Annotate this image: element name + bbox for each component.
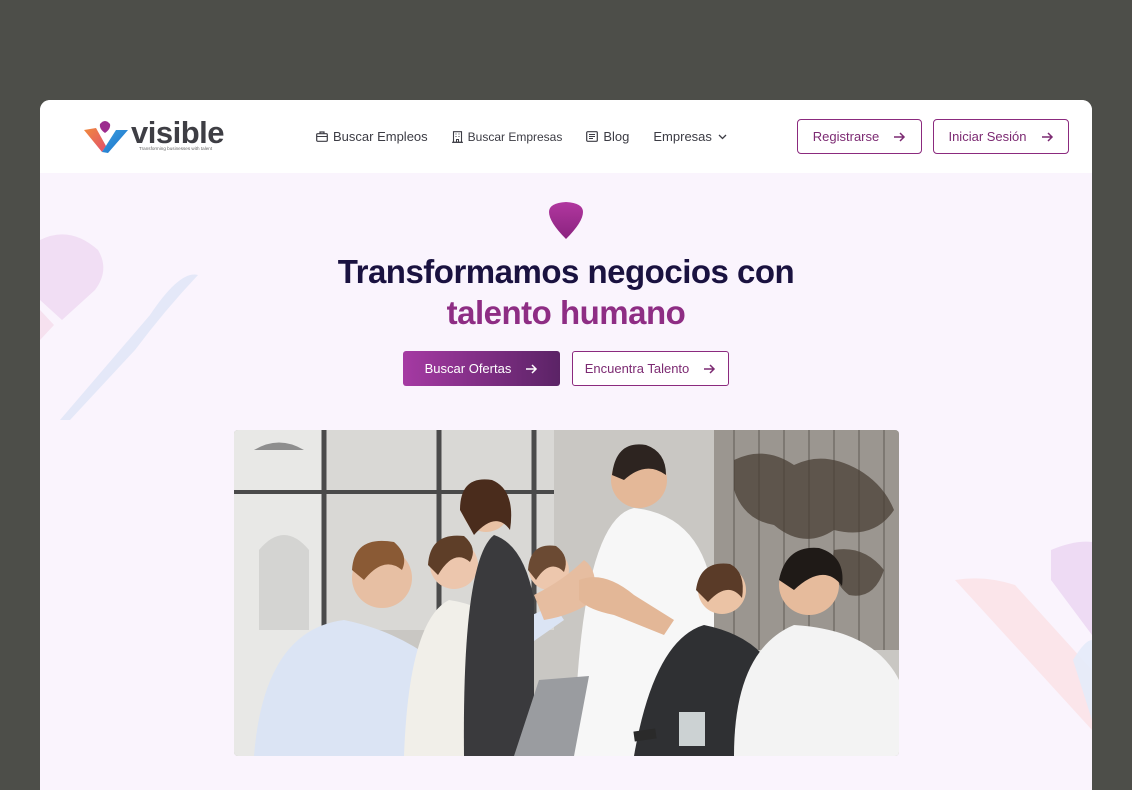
find-talent-label: Encuentra Talento bbox=[584, 361, 690, 376]
building-icon bbox=[451, 130, 463, 143]
decorative-shape-right bbox=[955, 541, 1092, 730]
hero-team-photo bbox=[234, 430, 899, 756]
nav-item-buscar-empleos[interactable]: Buscar Empleos bbox=[316, 129, 428, 144]
nav-label: Buscar Empleos bbox=[333, 129, 428, 144]
login-label: Iniciar Sesión bbox=[948, 129, 1027, 144]
arrow-right-icon bbox=[894, 131, 906, 142]
nav-label: Blog bbox=[603, 129, 630, 144]
hero-title-line2: talento humano bbox=[446, 294, 686, 331]
arrow-right-icon bbox=[526, 363, 538, 374]
browser-window: visible Transforming businesses with tal… bbox=[40, 100, 1092, 790]
login-button[interactable]: Iniciar Sesión bbox=[933, 119, 1069, 154]
nav-label: Empresas bbox=[653, 129, 712, 144]
brand-heart-icon bbox=[549, 202, 583, 239]
briefcase-icon bbox=[316, 131, 328, 142]
nav-item-empresas-dropdown[interactable]: Empresas bbox=[653, 129, 727, 144]
nav-item-buscar-empresas[interactable]: Buscar Empresas bbox=[451, 129, 563, 144]
find-talent-button[interactable]: Encuentra Talento bbox=[572, 351, 729, 386]
main-nav: Buscar Empleos Buscar Empresas Blog Empr… bbox=[316, 129, 751, 144]
register-button[interactable]: Registrarse bbox=[797, 119, 922, 154]
nav-label: Buscar Empresas bbox=[467, 129, 563, 144]
nav-item-blog[interactable]: Blog bbox=[586, 129, 629, 144]
logo[interactable]: visible Transforming businesses with tal… bbox=[84, 115, 234, 158]
hero-title-line1: Transformamos negocios con bbox=[337, 253, 795, 290]
register-label: Registrarse bbox=[812, 129, 880, 144]
search-offers-button[interactable]: Buscar Ofertas bbox=[403, 351, 560, 386]
search-offers-label: Buscar Ofertas bbox=[424, 361, 512, 376]
newspaper-icon bbox=[586, 131, 599, 142]
arrow-right-icon bbox=[1041, 131, 1054, 142]
logo-mark-icon bbox=[84, 121, 128, 153]
chevron-down-icon bbox=[718, 134, 727, 140]
top-navbar: visible Transforming businesses with tal… bbox=[40, 100, 1092, 173]
arrow-right-icon bbox=[704, 363, 716, 374]
logo-tagline: Transforming businesses with talent bbox=[139, 146, 213, 151]
